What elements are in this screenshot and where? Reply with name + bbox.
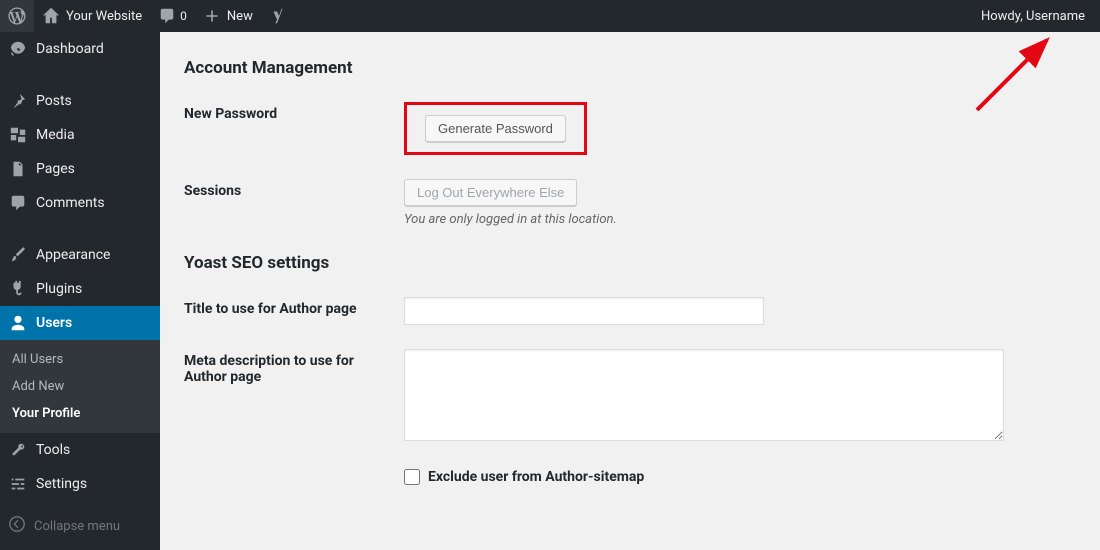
- menu-appearance[interactable]: Appearance: [0, 238, 160, 272]
- generate-password-button[interactable]: Generate Password: [425, 115, 566, 142]
- section-account-management: Account Management: [184, 58, 1080, 78]
- comments-count: 0: [180, 9, 187, 23]
- yoast-adminbar[interactable]: [261, 0, 295, 32]
- menu-plugins[interactable]: Plugins: [0, 272, 160, 306]
- menu-dashboard[interactable]: Dashboard: [0, 32, 160, 66]
- menu-tools[interactable]: Tools: [0, 433, 160, 467]
- menu-posts[interactable]: Posts: [0, 84, 160, 118]
- page-icon: [8, 159, 28, 179]
- annotation-highlight: Generate Password: [404, 102, 587, 155]
- user-icon: [8, 313, 28, 333]
- plugin-icon: [8, 279, 28, 299]
- admin-sidebar: Dashboard Posts Media Pages Comments App…: [0, 32, 160, 550]
- users-submenu: All Users Add New Your Profile: [0, 340, 160, 433]
- menu-settings[interactable]: Settings: [0, 467, 160, 501]
- menu-pages[interactable]: Pages: [0, 152, 160, 186]
- menu-media[interactable]: Media: [0, 118, 160, 152]
- yoast-icon: [269, 7, 287, 25]
- main-content: Account Management New Password Generate…: [160, 32, 1100, 550]
- collapse-menu[interactable]: Collapse menu: [0, 509, 160, 543]
- wordpress-icon: [8, 7, 26, 25]
- new-label: New: [227, 9, 253, 24]
- label-sessions: Sessions: [184, 173, 404, 245]
- comment-icon: [158, 7, 176, 25]
- sessions-description: You are only logged in at this location.: [404, 212, 1070, 227]
- wp-logo[interactable]: [0, 0, 34, 32]
- author-title-input[interactable]: [404, 297, 764, 325]
- my-account[interactable]: Howdy, Username: [966, 0, 1100, 32]
- home-icon: [42, 7, 60, 25]
- submenu-your-profile[interactable]: Your Profile: [0, 400, 160, 427]
- logout-everywhere-button[interactable]: Log Out Everywhere Else: [404, 179, 577, 206]
- pin-icon: [8, 91, 28, 111]
- submenu-add-new-user[interactable]: Add New: [0, 373, 160, 400]
- comments-link[interactable]: 0: [150, 0, 195, 32]
- dashboard-icon: [8, 39, 28, 59]
- media-icon: [8, 125, 28, 145]
- site-name: Your Website: [66, 9, 142, 24]
- exclude-author-sitemap-checkbox[interactable]: [404, 469, 420, 485]
- admin-bar: Your Website 0 New Howdy, Username: [0, 0, 1100, 32]
- menu-comments[interactable]: Comments: [0, 186, 160, 220]
- label-author-title: Title to use for Author page: [184, 291, 404, 343]
- label-new-password: New Password: [184, 96, 404, 173]
- plus-icon: [203, 7, 221, 25]
- comment-icon: [8, 193, 28, 213]
- menu-users[interactable]: Users: [0, 306, 160, 340]
- author-meta-textarea[interactable]: [404, 349, 1004, 441]
- collapse-icon: [8, 515, 26, 537]
- brush-icon: [8, 245, 28, 265]
- submenu-all-users[interactable]: All Users: [0, 346, 160, 373]
- wrench-icon: [8, 440, 28, 460]
- sliders-icon: [8, 474, 28, 494]
- new-content-link[interactable]: New: [195, 0, 261, 32]
- site-name-link[interactable]: Your Website: [34, 0, 150, 32]
- label-author-meta: Meta description to use for Author page: [184, 343, 404, 463]
- howdy-text: Howdy, Username: [981, 9, 1085, 24]
- section-yoast-seo: Yoast SEO settings: [184, 253, 1080, 273]
- label-exclude-sitemap: Exclude user from Author-sitemap: [428, 469, 644, 485]
